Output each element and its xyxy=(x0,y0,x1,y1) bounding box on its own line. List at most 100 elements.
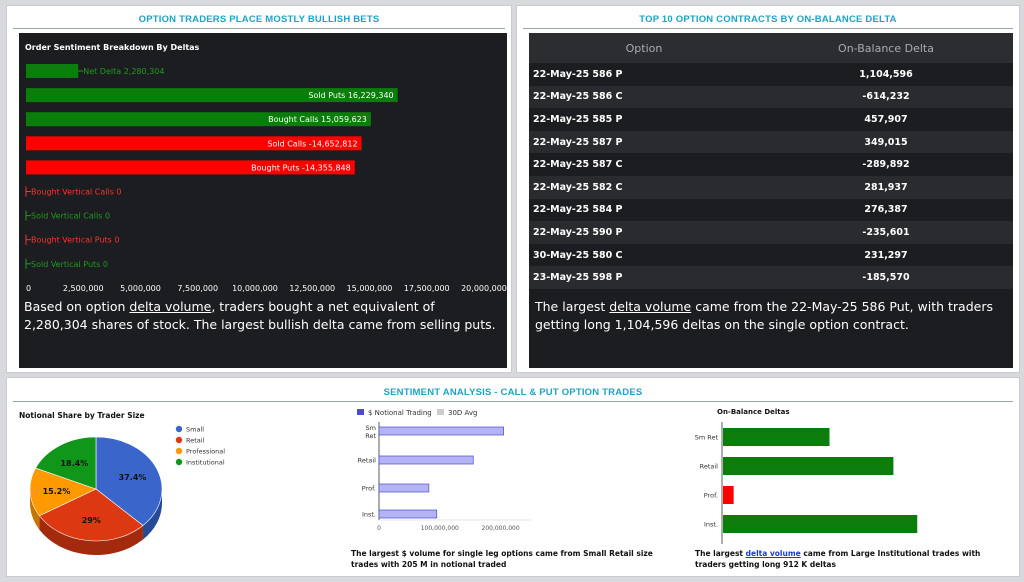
delta-volume-link[interactable]: delta volume xyxy=(746,549,801,558)
delta-cell: 276,387 xyxy=(759,198,1013,222)
bar-label: Bought Vertical Calls 0 xyxy=(31,188,122,197)
top-contracts-panel: TOP 10 OPTION CONTRACTS BY ON-BALANCE DE… xyxy=(516,5,1020,373)
y-tick-label: Inst. xyxy=(704,521,718,529)
y-tick-label: Sm Ret xyxy=(695,434,719,442)
x-tick-label: 0 xyxy=(26,284,31,293)
delta-cell: 457,907 xyxy=(759,108,1013,131)
contracts-summary: The largest delta volume came from the 2… xyxy=(535,298,1005,334)
chart-title: On-Balance Deltas xyxy=(717,408,790,416)
option-cell: 22-May-25 587 P xyxy=(529,130,759,154)
x-tick-label: 20,000,000 xyxy=(461,284,507,293)
option-cell: 22-May-25 585 P xyxy=(529,108,759,131)
table-row[interactable]: 22-May-25 590 P -235,601 xyxy=(529,221,1013,244)
bar-label: Net Delta 2,280,304 xyxy=(83,67,164,76)
panel-title: SENTIMENT ANALYSIS - CALL & PUT OPTION T… xyxy=(383,387,643,398)
chart-title: Notional Share by Trader Size xyxy=(19,411,145,420)
chart-title: Order Sentiment Breakdown By Deltas xyxy=(25,43,200,52)
contracts-area: Option On-Balance Delta 22-May-25 586 P1… xyxy=(529,33,1013,368)
delta-bar xyxy=(723,515,918,533)
delta-cell: -614,232 xyxy=(759,85,1013,109)
notional-bar xyxy=(378,426,504,436)
x-tick-label: 7,500,000 xyxy=(177,284,218,293)
option-cell: 22-May-25 582 C xyxy=(529,175,759,199)
legend-label: $ Notional Trading xyxy=(368,409,432,417)
bar-label: Bought Puts -14,355,848 xyxy=(251,163,351,172)
sentiment-analysis-panel: SENTIMENT ANALYSIS - CALL & PUT OPTION T… xyxy=(6,377,1020,577)
option-cell: 23-May-25 598 P xyxy=(529,266,759,289)
bar-label: Sold Vertical Puts 0 xyxy=(31,260,108,269)
legend-label: 30D Avg xyxy=(448,409,478,417)
pie-value-label: 18.4% xyxy=(60,459,88,468)
x-tick-label: 17,500,000 xyxy=(404,284,450,293)
y-tick-label: Retail xyxy=(700,463,719,471)
legend-marker xyxy=(357,409,364,415)
x-tick-label: 100,000,000 xyxy=(421,525,459,532)
y-tick-label: Inst. xyxy=(362,511,376,519)
sentiment-bar xyxy=(26,64,79,78)
x-tick-label: 15,000,000 xyxy=(347,284,393,293)
bullish-bets-panel: OPTION TRADERS PLACE MOSTLY BULLISH BETS… xyxy=(6,5,512,373)
delta-cell: 231,297 xyxy=(759,243,1013,267)
legend-label: Small xyxy=(186,426,204,434)
legend-marker xyxy=(437,409,444,415)
legend-label: Institutional xyxy=(186,459,225,467)
delta-volume-link[interactable]: delta volume xyxy=(609,299,691,314)
title-divider xyxy=(523,28,1013,29)
delta-cell: 1,104,596 xyxy=(759,63,1013,86)
option-cell: 22-May-25 584 P xyxy=(529,198,759,222)
option-cell: 22-May-25 590 P xyxy=(529,221,759,244)
option-cell: 22-May-25 587 C xyxy=(529,153,759,176)
table-row[interactable]: 22-May-25 582 C 281,937 xyxy=(529,175,1013,199)
on-balance-deltas-bar-chart: On-Balance Deltas Sm Ret Retail Prof. Inst. xyxy=(695,408,918,544)
column-header-option[interactable]: Option xyxy=(529,33,759,63)
table-row[interactable]: 22-May-25 587 P 349,015 xyxy=(529,130,1013,154)
notional-share-pie-chart: Notional Share by Trader Size 37.4% 29% 15.… xyxy=(19,411,225,555)
delta-volume-link[interactable]: delta volume xyxy=(129,299,211,314)
summary-text-pre: Based on option xyxy=(24,299,130,314)
title-divider xyxy=(13,28,505,29)
sentiment-bar-chart: Order Sentiment Breakdown By Deltas Net … xyxy=(25,43,507,293)
legend-marker xyxy=(175,425,183,433)
table-row[interactable]: 22-May-25 587 C -289,892 xyxy=(529,153,1013,176)
legend-label: Professional xyxy=(186,448,225,456)
sentiment-summary: Based on option delta volume, traders bo… xyxy=(24,298,500,334)
bar-label: Sold Puts 16,229,340 xyxy=(308,91,393,100)
y-tick-label: Ret xyxy=(365,432,376,440)
x-tick-label: 5,000,000 xyxy=(120,284,161,293)
table-row[interactable]: 22-May-25 586 P 1,104,596 xyxy=(529,63,1013,86)
column-header-delta[interactable]: On-Balance Delta xyxy=(759,33,1013,63)
delta-note: The largest delta volume came from Large… xyxy=(695,548,1013,570)
x-tick-label: 12,500,000 xyxy=(289,284,335,293)
panel-title: OPTION TRADERS PLACE MOSTLY BULLISH BETS xyxy=(138,14,380,25)
legend-marker xyxy=(175,458,183,466)
delta-cell: -235,601 xyxy=(759,221,1013,244)
contracts-table: Option On-Balance Delta 22-May-25 586 P1… xyxy=(529,33,1013,289)
x-tick-label: 10,000,000 xyxy=(232,284,278,293)
notional-bar xyxy=(378,509,438,519)
y-tick-label: Sm xyxy=(366,424,376,432)
y-tick-label: Prof. xyxy=(362,485,376,493)
panel-title: TOP 10 OPTION CONTRACTS BY ON-BALANCE DE… xyxy=(639,14,897,25)
bar-label: Sold Vertical Calls 0 xyxy=(31,212,110,221)
table-row[interactable]: 22-May-25 584 P 276,387 xyxy=(529,198,1013,222)
legend-marker xyxy=(175,436,183,444)
notional-bar xyxy=(378,455,474,465)
y-tick-label: Prof. xyxy=(704,492,718,500)
y-tick-label: Retail xyxy=(358,457,377,465)
option-cell: 30-May-25 580 C xyxy=(529,243,759,267)
delta-cell: -289,892 xyxy=(759,153,1013,176)
delta-bar xyxy=(723,457,894,475)
table-row[interactable]: 23-May-25 598 P -185,570 xyxy=(529,266,1013,289)
delta-cell: -185,570 xyxy=(759,266,1013,289)
legend-marker xyxy=(175,447,183,455)
legend-label: Retail xyxy=(186,437,205,445)
notional-bar xyxy=(378,483,430,493)
table-header-row: Option On-Balance Delta xyxy=(529,33,1013,63)
table-row[interactable]: 22-May-25 585 P 457,907 xyxy=(529,108,1013,131)
summary-text-pre: The largest xyxy=(535,299,610,314)
x-tick-label: 0 xyxy=(377,525,381,532)
table-row[interactable]: 30-May-25 580 C 231,297 xyxy=(529,243,1013,267)
table-row[interactable]: 22-May-25 586 C -614,232 xyxy=(529,85,1013,109)
pie-value-label: 29% xyxy=(82,516,101,525)
pie-value-label: 15.2% xyxy=(43,487,71,496)
